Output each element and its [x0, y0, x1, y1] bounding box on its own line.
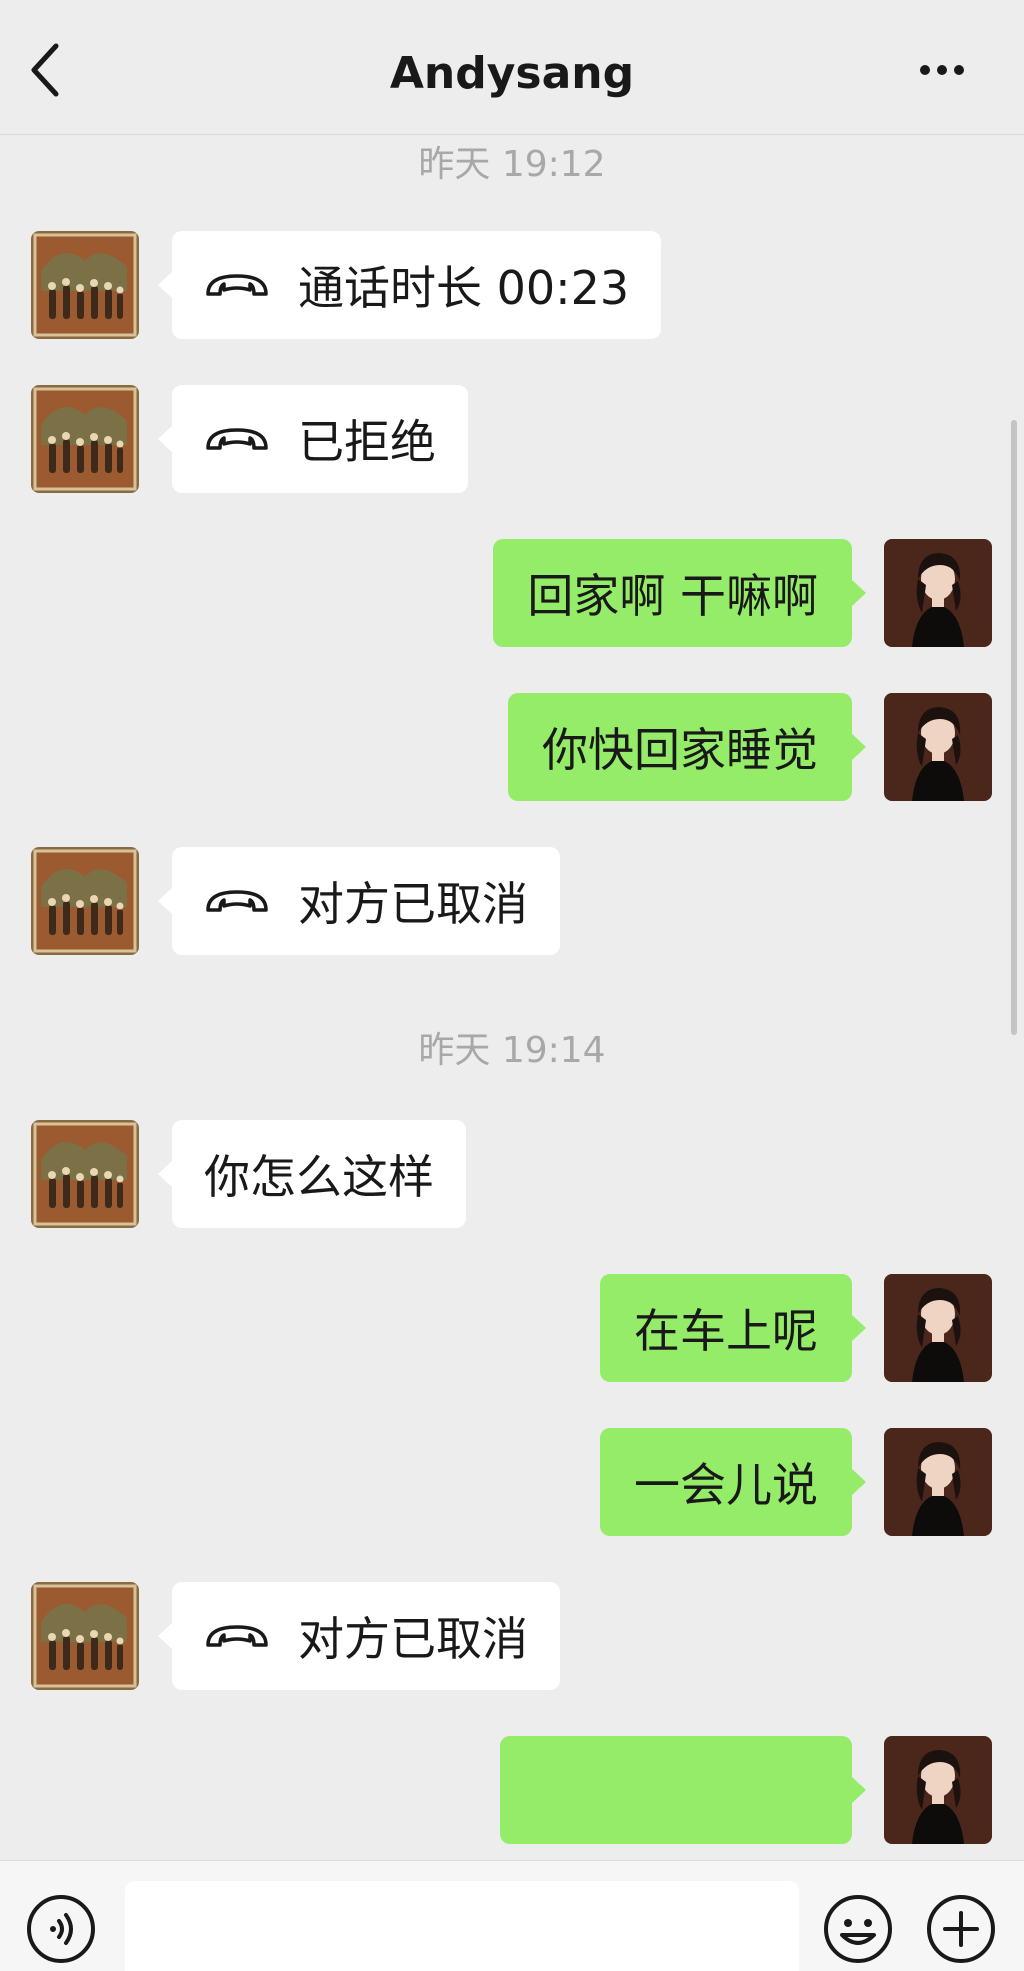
message-input[interactable] [125, 1881, 799, 1971]
phone-hangup-icon [206, 274, 268, 296]
message-list[interactable]: 昨天 19:12 通话时长 00:23 已拒绝 回家啊 干嘛啊 你快回家睡觉 对… [0, 135, 1024, 1860]
chat-title: Andysang [389, 48, 635, 99]
contact-avatar[interactable] [31, 847, 139, 955]
phone-hangup-icon [206, 890, 268, 912]
self-avatar[interactable] [884, 1274, 992, 1382]
more-button[interactable] [920, 60, 984, 90]
phone-hangup-icon [206, 1625, 268, 1647]
self-avatar[interactable] [884, 539, 992, 647]
emoji-icon [824, 1895, 892, 1963]
call-record-text: 已拒绝 [298, 415, 436, 469]
message-text: 一会儿说 [634, 1458, 818, 1512]
input-bar [0, 1860, 1024, 1971]
message-text: 回家啊 干嘛啊 [527, 569, 818, 623]
message-text: 你怎么这样 [204, 1150, 434, 1204]
call-record-bubble[interactable]: 对方已取消 [158, 1582, 560, 1690]
chat-screen: Andysang 昨天 19:12 通话时长 00:23 已拒绝 回家啊 干嘛啊… [0, 0, 1024, 1971]
voice-icon [27, 1895, 95, 1963]
sent-message-bubble[interactable]: 一会儿说 [600, 1428, 866, 1536]
self-avatar[interactable] [884, 1428, 992, 1536]
sent-message-bubble[interactable]: 回家啊 干嘛啊 [493, 539, 866, 647]
phone-hangup-icon [206, 428, 268, 450]
contact-avatar[interactable] [31, 1120, 139, 1228]
message-timestamp: 昨天 19:12 [418, 144, 606, 185]
sent-message-bubble[interactable]: 在车上呢 [600, 1274, 866, 1382]
call-record-bubble[interactable]: 已拒绝 [158, 385, 468, 493]
message-text: 在车上呢 [634, 1304, 818, 1358]
scrollbar[interactable] [1011, 420, 1017, 1035]
self-avatar[interactable] [884, 1736, 992, 1844]
chat-header: Andysang [0, 0, 1024, 135]
voice-button[interactable] [25, 1893, 97, 1965]
sent-message-bubble[interactable] [500, 1736, 866, 1844]
contact-avatar[interactable] [31, 385, 139, 493]
more-functions-button[interactable] [925, 1893, 997, 1965]
plus-icon [927, 1895, 995, 1963]
more-dots-icon [920, 65, 930, 75]
message-timestamp: 昨天 19:14 [418, 1030, 606, 1071]
emoji-button[interactable] [822, 1893, 894, 1965]
message-text: 你快回家睡觉 [542, 723, 818, 777]
call-record-text: 通话时长 00:23 [298, 261, 630, 315]
call-record-bubble[interactable]: 对方已取消 [158, 847, 560, 955]
call-record-text: 对方已取消 [298, 877, 528, 931]
call-record-text: 对方已取消 [298, 1612, 528, 1666]
self-avatar[interactable] [884, 693, 992, 801]
contact-avatar[interactable] [31, 231, 139, 339]
contact-avatar[interactable] [31, 1582, 139, 1690]
call-record-bubble[interactable]: 通话时长 00:23 [157, 231, 662, 339]
sent-message-bubble[interactable]: 你快回家睡觉 [508, 693, 866, 801]
received-message-bubble[interactable]: 你怎么这样 [158, 1120, 466, 1228]
